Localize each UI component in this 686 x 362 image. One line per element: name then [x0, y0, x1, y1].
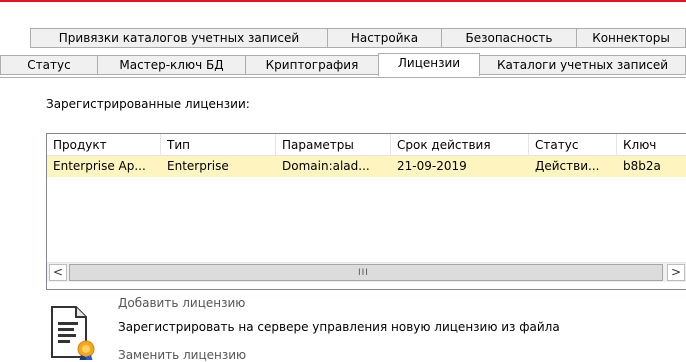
cell-key: b8b2a — [623, 159, 661, 173]
tab-cryptography[interactable]: Криптография — [245, 55, 379, 75]
column-header-key[interactable]: Ключ — [617, 134, 686, 156]
add-license-description: Зарегистрировать на сервере управления н… — [118, 320, 560, 334]
scroll-left-button[interactable]: < — [49, 264, 67, 281]
column-header-status[interactable]: Статус — [529, 134, 617, 156]
tab-account-directory-bindings[interactable]: Привязки каталогов учетных записей — [30, 28, 328, 48]
cell-parameters: Domain:alad... — [282, 159, 370, 173]
cell-status: Действи... — [535, 159, 600, 173]
cell-product: Enterprise Ap... — [53, 159, 146, 173]
horizontal-scrollbar[interactable]: < III > — [47, 262, 686, 282]
table-row[interactable]: Enterprise Ap... Enterprise Domain:alad.… — [47, 156, 686, 177]
tab-db-master-key[interactable]: Мастер-ключ БД — [97, 55, 246, 75]
add-license-link[interactable]: Добавить лицензию — [118, 296, 245, 310]
tab-licenses[interactable]: Лицензии — [378, 53, 480, 76]
tab-settings[interactable]: Настройка — [327, 28, 442, 48]
column-header-parameters[interactable]: Параметры — [276, 134, 391, 156]
tab-account-directories[interactable]: Каталоги учетных записей — [479, 55, 686, 75]
cell-expiry: 21-09-2019 — [397, 159, 467, 173]
scroll-right-button[interactable]: > — [667, 264, 685, 281]
cell-type: Enterprise — [167, 159, 229, 173]
registered-licenses-label: Зарегистрированные лицензии: — [46, 97, 250, 111]
tab-connectors[interactable]: Коннекторы — [576, 28, 686, 48]
window-top-accent — [0, 0, 686, 2]
column-header-product[interactable]: Продукт — [47, 134, 161, 156]
tab-security[interactable]: Безопасность — [441, 28, 577, 48]
scroll-grip-icon: III — [358, 268, 369, 278]
licenses-list[interactable]: Продукт Тип Параметры Срок действия Стат… — [46, 133, 686, 290]
license-certificate-icon — [50, 305, 96, 360]
scroll-thumb[interactable]: III — [69, 264, 663, 281]
column-header-expiry[interactable]: Срок действия — [391, 134, 529, 156]
column-header-type[interactable]: Тип — [161, 134, 276, 156]
tab-status[interactable]: Статус — [0, 55, 98, 75]
